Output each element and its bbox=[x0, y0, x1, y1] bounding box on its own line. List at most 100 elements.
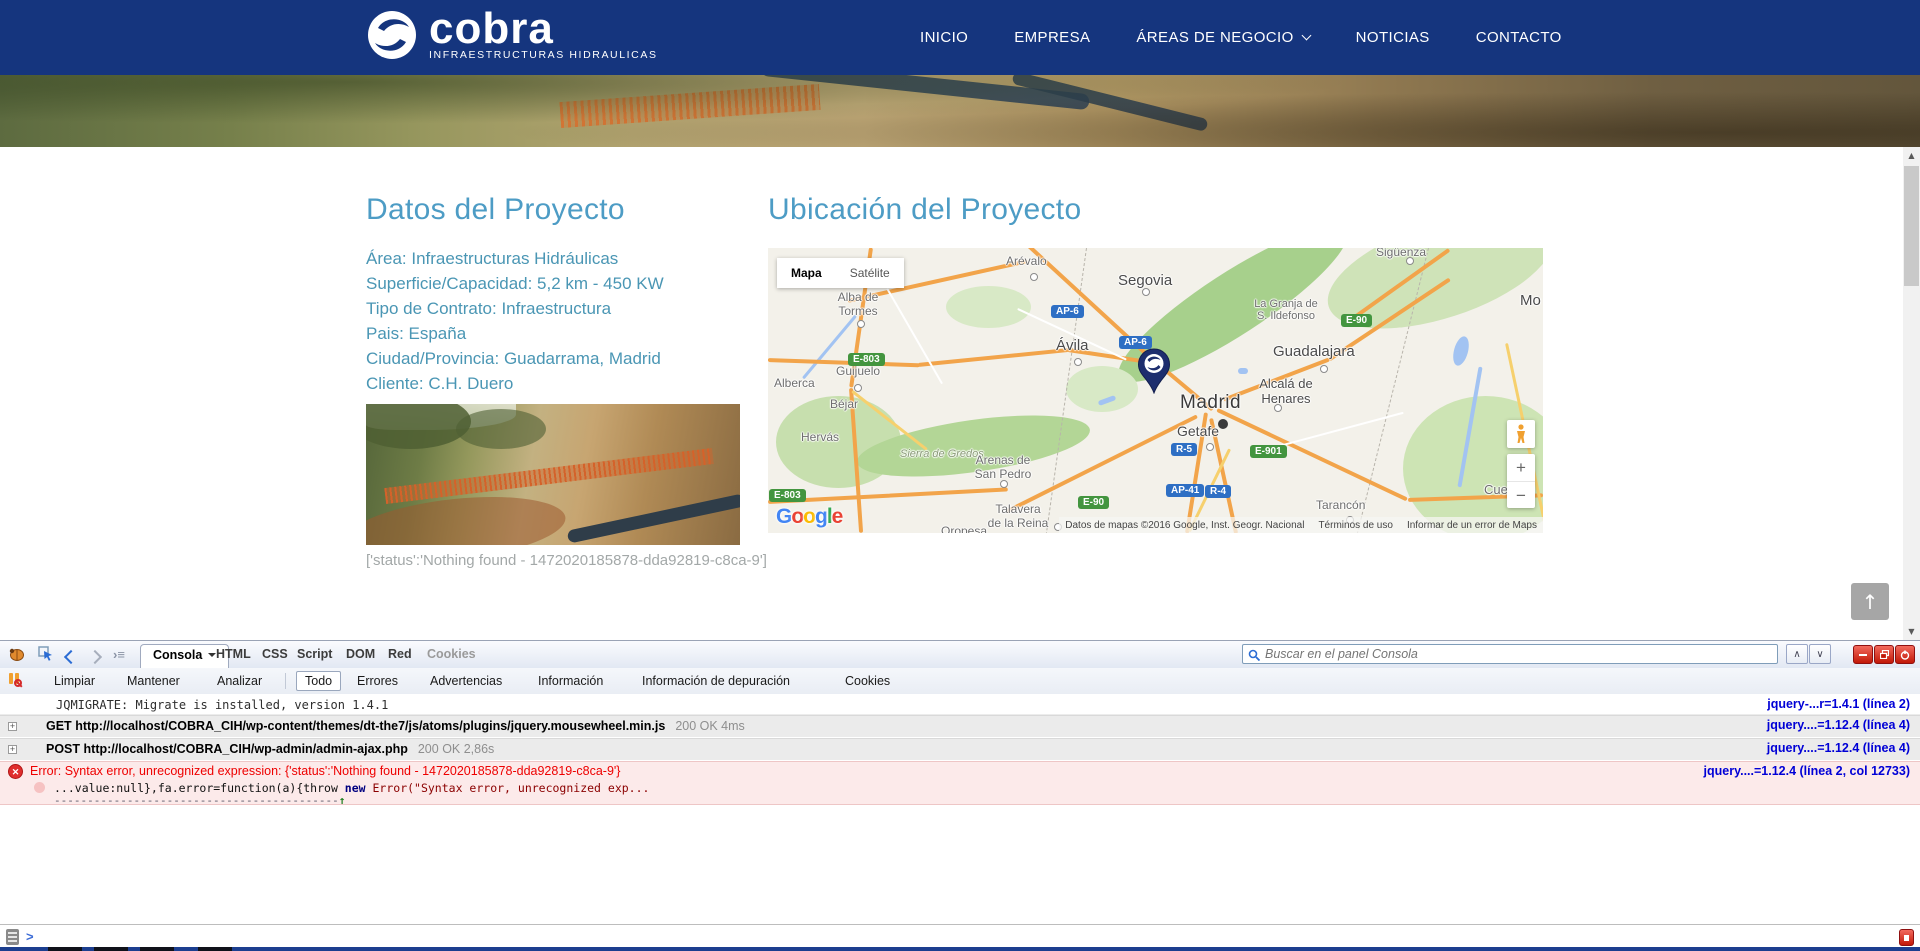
map-label-getafe: Getafe bbox=[1177, 423, 1219, 439]
log-row-post-request[interactable]: + POST http://localhost/COBRA_CIH/wp-adm… bbox=[0, 738, 1920, 761]
filter-advertencias[interactable]: Advertencias bbox=[430, 674, 502, 688]
tab-dom[interactable]: DOM bbox=[346, 647, 375, 661]
search-prev-button[interactable]: ∧ bbox=[1786, 644, 1808, 664]
project-location-marker[interactable] bbox=[1137, 348, 1171, 399]
map-label-cuenca: Cue bbox=[1484, 482, 1508, 497]
error-count-badge[interactable] bbox=[1899, 929, 1914, 946]
report-map-error-link[interactable]: Informar de un error de Maps bbox=[1407, 520, 1537, 531]
town-dot bbox=[1206, 443, 1214, 451]
filter-cookies[interactable]: Cookies bbox=[845, 674, 890, 688]
street-view-pegman-button[interactable] bbox=[1507, 420, 1535, 448]
request-method: POST bbox=[46, 742, 80, 756]
command-line-icon[interactable] bbox=[6, 929, 19, 945]
pegman-icon bbox=[1515, 424, 1527, 444]
profile-button[interactable]: Analizar bbox=[217, 674, 262, 688]
filter-errores[interactable]: Errores bbox=[357, 674, 398, 688]
command-prompt[interactable]: > bbox=[26, 929, 34, 944]
nav-item-empresa[interactable]: EMPRESA bbox=[1014, 29, 1090, 46]
request-method: GET bbox=[46, 719, 72, 733]
log-row-syntax-error: ✕ Error: Syntax error, unrecognized expr… bbox=[0, 761, 1920, 805]
road-badge-r4: R-4 bbox=[1205, 485, 1231, 498]
town-dot bbox=[1142, 288, 1150, 296]
nav-item-inicio[interactable]: INICIO bbox=[920, 29, 968, 46]
taskbar-window bbox=[94, 947, 128, 951]
tab-css[interactable]: CSS bbox=[262, 647, 288, 661]
break-on-errors-icon[interactable] bbox=[8, 673, 24, 689]
terms-of-use-link[interactable]: Términos de uso bbox=[1318, 520, 1392, 531]
road-badge-e803: E-803 bbox=[848, 353, 885, 366]
town-dot bbox=[854, 384, 862, 392]
taskbar-window bbox=[198, 947, 232, 951]
column-pointer-dashes: ----------------------------------------… bbox=[54, 794, 339, 807]
request-url[interactable]: http://localhost/COBRA_CIH/wp-admin/admi… bbox=[84, 742, 408, 756]
tab-red[interactable]: Red bbox=[388, 647, 412, 661]
expand-icon[interactable]: + bbox=[8, 745, 17, 754]
google-logo[interactable]: Google bbox=[776, 505, 842, 529]
filter-todo[interactable]: Todo bbox=[296, 671, 341, 691]
tab-cookies[interactable]: Cookies bbox=[427, 647, 476, 661]
field-area: Área: Infraestructuras Hidráulicas bbox=[366, 246, 786, 271]
firebug-minimize-button[interactable] bbox=[1853, 645, 1873, 664]
filter-info-depuracion[interactable]: Información de depuración bbox=[642, 674, 790, 688]
town-dot-madrid bbox=[1218, 419, 1228, 429]
command-line-bar[interactable]: > bbox=[0, 924, 1920, 949]
request-url[interactable]: http://localhost/COBRA_CIH/wp-content/th… bbox=[75, 719, 665, 733]
forward-icon[interactable] bbox=[90, 649, 100, 667]
main-menu: INICIO EMPRESA ÁREAS DE NEGOCIO NOTICIAS… bbox=[920, 0, 1562, 75]
map-label-avila: Ávila bbox=[1056, 337, 1089, 354]
cobra-logo[interactable]: cobra INFRAESTRUCTURAS HIDRAULICAS bbox=[365, 8, 658, 62]
tab-html[interactable]: HTML bbox=[216, 647, 251, 661]
project-photo[interactable] bbox=[366, 404, 740, 545]
field-cliente: Cliente: C.H. Duero bbox=[366, 371, 786, 396]
console-search-input[interactable] bbox=[1242, 644, 1778, 664]
map-label-siguenza: Sigüenza bbox=[1376, 248, 1426, 259]
scroll-to-top-button[interactable]: ↑ bbox=[1851, 583, 1889, 620]
firebug-detach-button[interactable] bbox=[1874, 645, 1894, 664]
back-icon[interactable] bbox=[66, 649, 76, 667]
scrollbar-thumb[interactable] bbox=[1904, 166, 1919, 286]
town-dot bbox=[1000, 480, 1008, 488]
clear-button[interactable]: Limpiar bbox=[54, 674, 95, 688]
persist-button[interactable]: Mantener bbox=[127, 674, 180, 688]
town-dot bbox=[857, 320, 865, 328]
filter-informacion[interactable]: Información bbox=[538, 674, 603, 688]
firebug-menu-icon[interactable] bbox=[8, 647, 25, 667]
map-terrain bbox=[1066, 366, 1138, 412]
log-row-get-request[interactable]: + GET http://localhost/COBRA_CIH/wp-cont… bbox=[0, 715, 1920, 738]
source-link[interactable]: jquery-...r=1.4.1 (línea 2) bbox=[1767, 697, 1910, 711]
taskbar-window bbox=[48, 947, 82, 951]
page-scrollbar[interactable]: ▲ ▼ bbox=[1903, 147, 1920, 640]
taskbar-window bbox=[140, 947, 174, 951]
zoom-in-button[interactable]: + bbox=[1507, 454, 1535, 482]
source-link[interactable]: jquery....=1.12.4 (línea 4) bbox=[1767, 741, 1910, 755]
source-link[interactable]: jquery....=1.12.4 (línea 2, col 12733) bbox=[1704, 764, 1910, 778]
scrollbar-down-arrow[interactable]: ▼ bbox=[1903, 623, 1920, 640]
map-reservoir bbox=[1238, 368, 1248, 374]
map-road bbox=[886, 288, 943, 384]
map-label-arenas: Arenas de San Pedro bbox=[972, 453, 1034, 481]
expand-icon[interactable]: + bbox=[8, 722, 17, 731]
search-next-button[interactable]: ∨ bbox=[1809, 644, 1831, 664]
photo-safety-fence bbox=[384, 448, 713, 504]
zoom-out-button[interactable]: − bbox=[1507, 482, 1535, 509]
brand-tagline: INFRAESTRUCTURAS HIDRAULICAS bbox=[429, 49, 658, 61]
error-code: ...value:null},fa.error=function(a){thro… bbox=[54, 781, 345, 795]
firebug-close-button[interactable] bbox=[1895, 645, 1915, 664]
log-text: JQMIGRATE: Migrate is installed, version… bbox=[56, 698, 388, 712]
chevron-down-icon bbox=[1301, 31, 1311, 41]
firebug-console: ›≡ Consola HTML CSS Script DOM Red Cooki… bbox=[0, 640, 1920, 951]
panel-list-icon[interactable]: ›≡ bbox=[113, 647, 125, 662]
request-status: 200 OK 4ms bbox=[675, 719, 744, 733]
scrollbar-up-arrow[interactable]: ▲ bbox=[1903, 147, 1920, 164]
map-type-satellite-button[interactable]: Satélite bbox=[836, 258, 904, 288]
breakpoint-dot[interactable] bbox=[34, 782, 45, 793]
nav-item-contacto[interactable]: CONTACTO bbox=[1476, 29, 1562, 46]
nav-item-areas-de-negocio[interactable]: ÁREAS DE NEGOCIO bbox=[1136, 29, 1309, 46]
inspect-element-icon[interactable] bbox=[38, 646, 54, 667]
tab-script[interactable]: Script bbox=[297, 647, 332, 661]
google-map[interactable]: Salamanca Arévalo Segovia Sigüenza Mo La… bbox=[768, 248, 1543, 533]
nav-item-noticias[interactable]: NOTICIAS bbox=[1356, 29, 1430, 46]
source-link[interactable]: jquery....=1.12.4 (línea 4) bbox=[1767, 718, 1910, 732]
map-road bbox=[918, 348, 1069, 367]
map-type-map-button[interactable]: Mapa bbox=[777, 258, 836, 288]
